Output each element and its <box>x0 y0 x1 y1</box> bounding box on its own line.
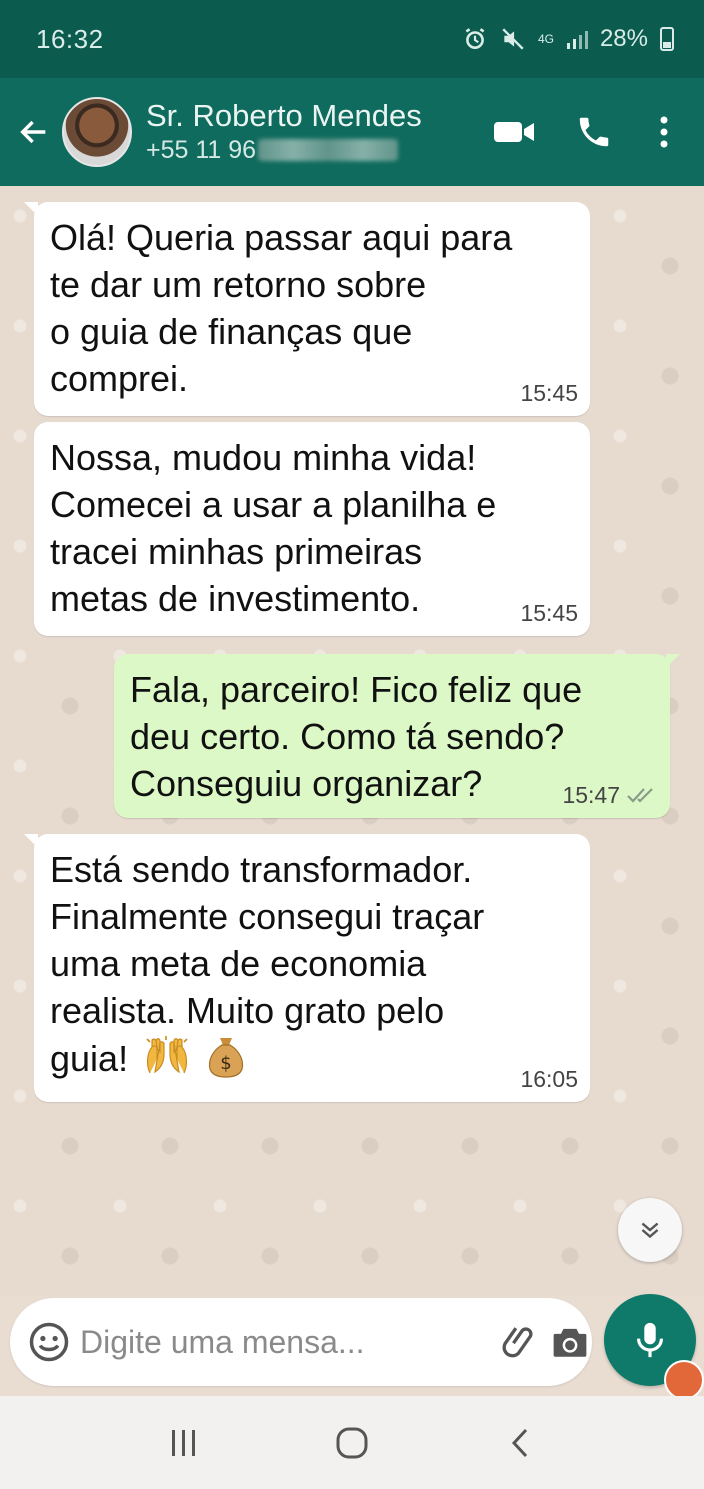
chevron-left-icon <box>511 1428 528 1457</box>
message-time: 15:47 <box>562 782 620 808</box>
message-bubble-outgoing[interactable]: Fala, parceiro! Fico feliz que deu certo… <box>114 654 680 818</box>
contact-phone-text: +55 11 96 <box>146 136 257 164</box>
message-text: Nossa, mudou minha vida! Comecei a usar … <box>50 437 497 619</box>
more-options-button[interactable] <box>634 92 694 172</box>
message-bubble-incoming[interactable]: Nossa, mudou minha vida! Comecei a usar … <box>34 422 590 636</box>
double-chevron-down-icon <box>641 1222 659 1239</box>
message-text: Está sendo transformador. Finalmente con… <box>50 849 485 1080</box>
camera-button[interactable] <box>550 1310 590 1374</box>
system-nav-bar <box>0 1396 704 1489</box>
back-nav-button[interactable] <box>480 1408 560 1478</box>
contact-name: Sr. Roberto Mendes <box>146 98 422 133</box>
recent-apps-button[interactable] <box>144 1408 224 1478</box>
signal-icon <box>566 28 588 50</box>
bubble-tail <box>666 654 680 668</box>
video-call-button[interactable] <box>474 92 554 172</box>
message-bubble-incoming[interactable]: Está sendo transformador. Finalmente con… <box>24 834 590 1102</box>
camera-icon <box>553 1328 587 1357</box>
attach-button[interactable] <box>500 1310 540 1374</box>
message-text: Olá! Queria passar aqui para te dar um r… <box>50 217 513 399</box>
recent-apps-icon <box>172 1429 195 1456</box>
battery-icon <box>660 27 674 51</box>
message-meta: 15:45 <box>520 600 578 626</box>
network-type: 4G <box>537 32 554 46</box>
avatar[interactable] <box>62 97 132 167</box>
smiley-icon <box>29 1322 69 1362</box>
more-vertical-icon <box>660 116 668 148</box>
message-time: 16:05 <box>520 1066 578 1092</box>
notification-badge <box>664 1360 704 1400</box>
status-icons: 4G 28% <box>462 25 674 53</box>
contact-phone: +55 11 96 <box>146 134 474 166</box>
scroll-to-bottom-button[interactable] <box>618 1198 682 1262</box>
voice-call-button[interactable] <box>554 92 634 172</box>
message-meta: 16:05 <box>520 1066 578 1092</box>
bubble-tail <box>24 202 38 216</box>
paperclip-icon <box>502 1327 533 1358</box>
money-bag-icon: $ <box>206 1034 246 1089</box>
contact-info[interactable]: Sr. Roberto Mendes +55 11 96 <box>146 98 474 166</box>
mute-icon <box>500 26 526 52</box>
message-content: Está sendo transformador. Finalmente con… <box>50 846 576 1089</box>
message-composer <box>10 1298 592 1386</box>
raising-hands-icon <box>144 1035 190 1088</box>
battery-percent: 28% <box>599 25 648 52</box>
chat-area[interactable]: Olá! Queria passar aqui para te dar um r… <box>0 186 704 1296</box>
arrow-left-icon <box>20 120 46 144</box>
back-button[interactable] <box>6 92 62 172</box>
emoji-button[interactable] <box>28 1309 70 1375</box>
chat-header: Sr. Roberto Mendes +55 11 96 <box>0 78 704 186</box>
status-bar: 16:32 4G 28% <box>0 0 704 78</box>
alarm-icon <box>462 26 488 52</box>
svg-text:$: $ <box>220 1053 231 1074</box>
message-meta: 15:47 <box>562 782 658 808</box>
message-bubble-incoming[interactable]: Olá! Queria passar aqui para te dar um r… <box>24 202 590 416</box>
redacted-digits <box>258 139 399 161</box>
message-input[interactable] <box>80 1323 500 1361</box>
message-time: 15:45 <box>520 380 578 406</box>
phone-icon <box>579 117 609 147</box>
message-meta: 15:45 <box>520 380 578 406</box>
home-button[interactable] <box>312 1408 392 1478</box>
bubble-tail <box>24 834 38 848</box>
video-camera-icon <box>494 122 534 142</box>
message-time: 15:45 <box>520 600 578 626</box>
double-check-icon <box>627 788 653 803</box>
home-icon <box>336 1427 368 1458</box>
status-time: 16:32 <box>36 23 104 54</box>
microphone-icon <box>637 1322 663 1358</box>
